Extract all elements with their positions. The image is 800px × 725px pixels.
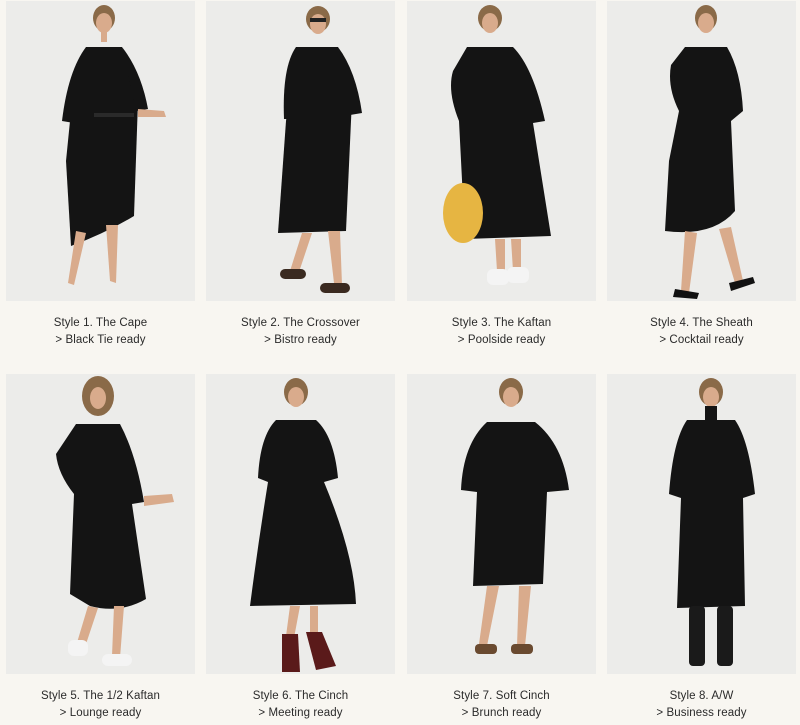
model-black-aw-dress-photo[interactable]: [607, 374, 796, 674]
style-subtitle: > Lounge ready: [59, 707, 142, 719]
style-caption: Style 7. Soft Cinch > Brunch ready: [397, 688, 606, 722]
style-caption: Style 3. The Kaftan > Poolside ready: [397, 315, 606, 349]
style-subtitle: > Cocktail ready: [659, 334, 744, 346]
style-caption: Style 1. The Cape > Black Tie ready: [0, 315, 205, 349]
model-black-kaftan-dress-photo[interactable]: [407, 1, 596, 301]
style-subtitle: > Business ready: [656, 707, 747, 719]
model-black-cinch-dress-photo[interactable]: [206, 374, 395, 674]
model-black-half-kaftan-dress-photo[interactable]: [6, 374, 195, 674]
model-black-crossover-dress-photo[interactable]: [206, 1, 395, 301]
style-subtitle: > Poolside ready: [457, 334, 546, 346]
style-subtitle: > Meeting ready: [258, 707, 343, 719]
style-title: Style 4. The Sheath: [650, 317, 753, 329]
model-black-cape-dress-photo[interactable]: [6, 1, 195, 301]
style-title: Style 6. The Cinch: [252, 690, 349, 702]
model-black-soft-cinch-dress-photo[interactable]: [407, 374, 596, 674]
style-title: Style 7. Soft Cinch: [453, 690, 550, 702]
style-title: Style 3. The Kaftan: [451, 317, 552, 329]
style-caption: Style 4. The Sheath > Cocktail ready: [597, 315, 800, 349]
style-subtitle: > Bistro ready: [264, 334, 337, 346]
style-title: Style 8. A/W: [669, 690, 734, 702]
style-caption: Style 8. A/W > Business ready: [597, 688, 800, 722]
style-title: Style 2. The Crossover: [241, 317, 360, 329]
style-subtitle: > Brunch ready: [461, 707, 542, 719]
style-subtitle: > Black Tie ready: [55, 334, 146, 346]
style-caption: Style 2. The Crossover > Bistro ready: [196, 315, 405, 349]
style-caption: Style 5. The 1/2 Kaftan > Lounge ready: [0, 688, 205, 722]
style-title: Style 1. The Cape: [53, 317, 148, 329]
style-caption: Style 6. The Cinch > Meeting ready: [196, 688, 405, 722]
model-black-sheath-dress-photo[interactable]: [607, 1, 796, 301]
style-title: Style 5. The 1/2 Kaftan: [40, 690, 161, 702]
